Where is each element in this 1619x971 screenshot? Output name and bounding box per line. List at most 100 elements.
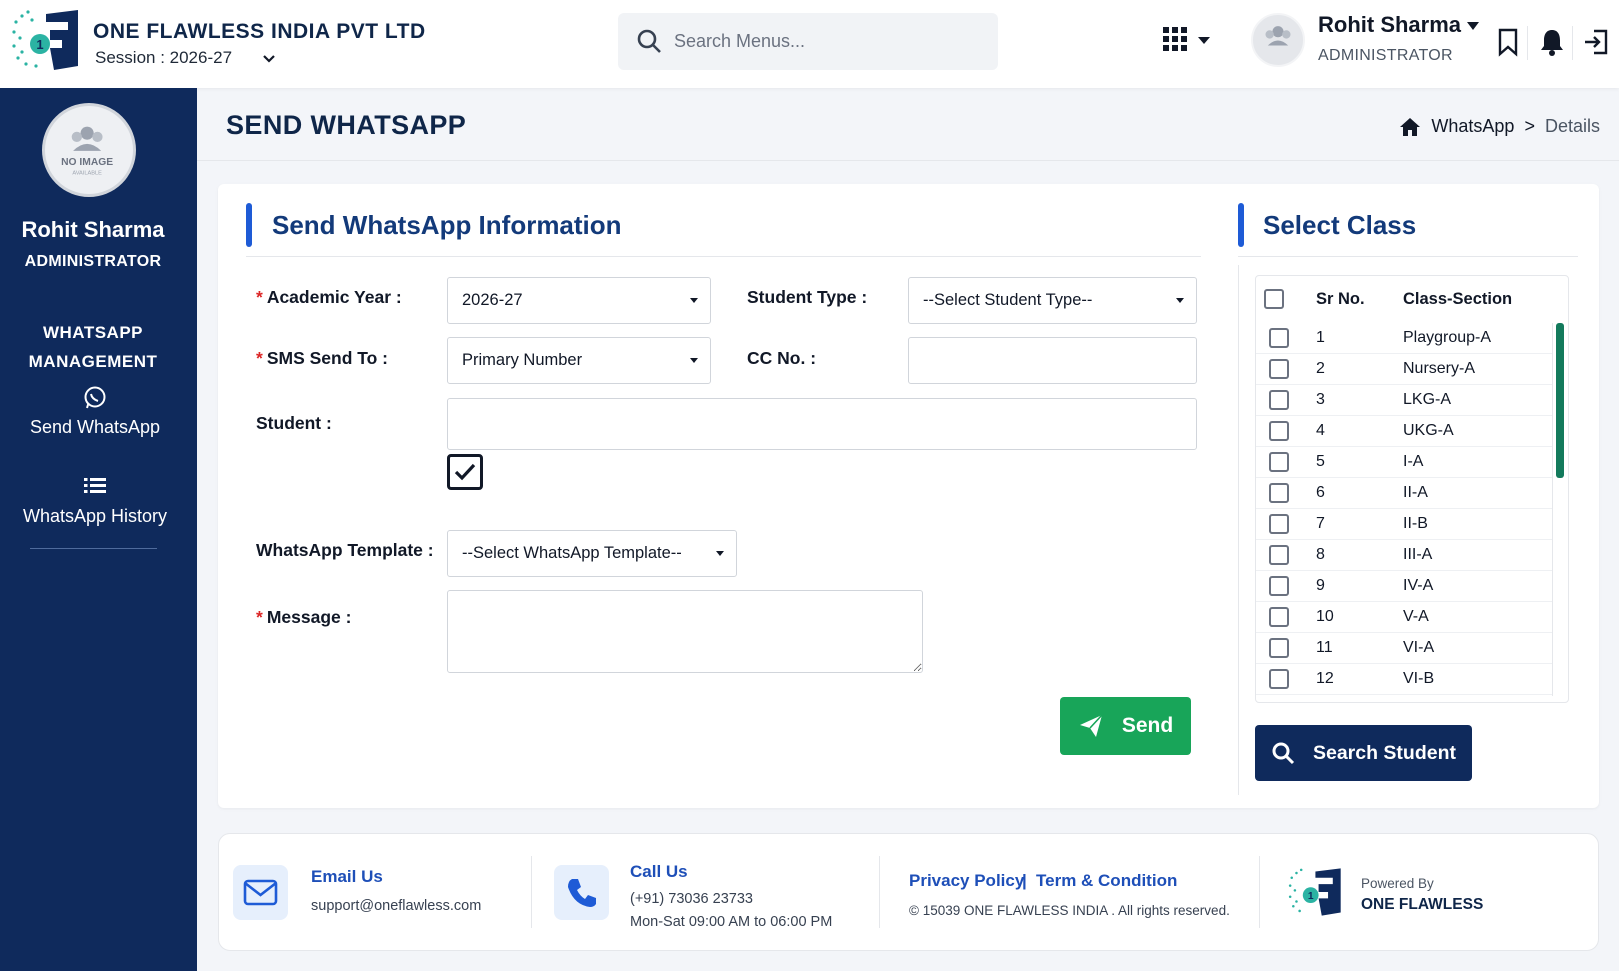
row-checkbox[interactable] (1269, 328, 1289, 348)
table-row[interactable]: 11 VI-A (1256, 633, 1552, 664)
select-value: Primary Number (462, 351, 583, 369)
table-row[interactable]: 6 II-A (1256, 478, 1552, 509)
privacy-policy-link[interactable]: Privacy Policy (909, 871, 1024, 891)
breadcrumb-parent[interactable]: WhatsApp (1431, 116, 1514, 137)
company-logo[interactable]: 1 (10, 8, 86, 72)
footer-divider (879, 856, 880, 928)
user-placeholder-icon: NO IMAGE AVAILABLE (61, 126, 113, 176)
row-checkbox[interactable] (1269, 514, 1289, 534)
row-sr: 2 (1316, 360, 1325, 377)
class-section-title: Select Class (1263, 210, 1417, 240)
row-sr: 3 (1316, 391, 1325, 408)
cc-no-label: CC No. : (747, 348, 817, 368)
student-type-label: Student Type : (747, 287, 868, 307)
office-hours: Mon-Sat 09:00 AM to 06:00 PM (630, 914, 833, 930)
scrollbar-thumb[interactable] (1556, 323, 1564, 478)
table-row[interactable]: 1 Playgroup-A (1256, 323, 1552, 354)
chevron-down-icon[interactable] (262, 52, 276, 66)
row-checkbox[interactable] (1269, 669, 1289, 689)
table-row[interactable]: 4 UKG-A (1256, 416, 1552, 447)
copyright-text: © 15039 ONE FLAWLESS INDIA . All rights … (909, 903, 1230, 918)
row-checkbox[interactable] (1269, 545, 1289, 565)
row-sr: 7 (1316, 515, 1325, 532)
student-checkbox[interactable] (447, 454, 483, 490)
table-row[interactable]: 7 II-B (1256, 509, 1552, 540)
row-checkbox[interactable] (1269, 359, 1289, 379)
footer-logo[interactable]: 1 (1287, 866, 1347, 918)
breadcrumb-separator: > (1524, 116, 1535, 136)
row-checkbox[interactable] (1269, 638, 1289, 658)
apps-grid-icon[interactable] (1160, 24, 1220, 58)
header-divider (197, 160, 1619, 161)
user-placeholder-icon (1265, 26, 1291, 46)
row-checkbox[interactable] (1269, 390, 1289, 410)
search-box[interactable] (618, 13, 998, 70)
user-name[interactable]: Rohit Sharma (1318, 12, 1461, 38)
mail-icon (243, 879, 278, 906)
row-class: III-A (1403, 546, 1433, 563)
cc-no-input[interactable] (908, 337, 1197, 384)
message-textarea[interactable] (447, 590, 923, 673)
section-divider (246, 256, 1201, 257)
section-divider (1238, 256, 1578, 257)
row-sr: 5 (1316, 453, 1325, 470)
search-input[interactable] (674, 13, 984, 70)
row-checkbox[interactable] (1269, 421, 1289, 441)
sidebar-item-whatsapp-history[interactable]: WhatsApp History (0, 474, 190, 527)
row-class: I-A (1403, 453, 1424, 470)
sidebar-item-send-whatsapp[interactable]: Send WhatsApp (0, 385, 190, 438)
avatar[interactable] (1251, 13, 1305, 67)
email-us-title: Email Us (311, 867, 383, 886)
powered-by-name: ONE FLAWLESS (1361, 896, 1484, 913)
required-mark: * (256, 607, 263, 627)
terms-link[interactable]: Term & Condition (1036, 871, 1177, 891)
caret-down-icon[interactable] (1465, 20, 1481, 32)
whatsapp-icon (84, 386, 106, 409)
phone-number[interactable]: (+91) 73036 23733 (630, 891, 753, 907)
table-row[interactable]: 10 V-A (1256, 602, 1552, 633)
powered-by-label: Powered By (1361, 876, 1434, 891)
email-address[interactable]: support@oneflawless.com (311, 898, 481, 914)
row-class: VI-B (1403, 670, 1435, 687)
section-title-line1: WHATSAPP (42, 323, 143, 342)
company-name: ONE FLAWLESS INDIA PVT LTD (93, 20, 426, 43)
row-class: Nursery-A (1403, 360, 1476, 377)
row-checkbox[interactable] (1269, 452, 1289, 472)
logout-icon[interactable] (1582, 27, 1610, 57)
table-row[interactable]: 5 I-A (1256, 447, 1552, 478)
row-sr: 4 (1316, 422, 1325, 439)
academic-year-select[interactable]: 2026-27 (447, 277, 711, 324)
table-row[interactable]: 12 VI-B (1256, 664, 1552, 695)
student-type-select[interactable]: --Select Student Type-- (908, 277, 1197, 324)
list-icon (84, 478, 106, 493)
required-mark: * (256, 348, 263, 368)
sidebar-item-label: Send WhatsApp (29, 417, 161, 437)
svg-text:1: 1 (36, 37, 43, 52)
page-title: SEND WHATSAPP (226, 110, 467, 140)
send-button[interactable]: Send (1060, 697, 1191, 755)
caret-down-icon (716, 551, 724, 556)
table-row[interactable]: 8 III-A (1256, 540, 1552, 571)
table-row[interactable]: 9 IV-A (1256, 571, 1552, 602)
bookmark-icon[interactable] (1494, 27, 1522, 57)
call-icon-box (554, 865, 609, 920)
row-sr: 8 (1316, 546, 1325, 563)
row-sr: 9 (1316, 577, 1325, 594)
table-row[interactable]: 3 LKG-A (1256, 385, 1552, 416)
bell-icon[interactable] (1538, 27, 1566, 57)
table-row[interactable]: 2 Nursery-A (1256, 354, 1552, 385)
row-checkbox[interactable] (1269, 576, 1289, 596)
select-all-checkbox[interactable] (1264, 289, 1284, 309)
column-header-sr: Sr No. (1316, 290, 1365, 308)
row-class: II-A (1403, 484, 1428, 501)
home-icon[interactable] (1399, 117, 1421, 137)
row-checkbox[interactable] (1269, 607, 1289, 627)
row-class: Playgroup-A (1403, 329, 1492, 346)
search-student-button[interactable]: Search Student (1255, 725, 1472, 781)
session-label[interactable]: Session : 2026-27 (95, 48, 232, 68)
row-checkbox[interactable] (1269, 483, 1289, 503)
sidebar-avatar[interactable]: NO IMAGE AVAILABLE (42, 103, 136, 197)
sms-send-to-select[interactable]: Primary Number (447, 337, 711, 384)
student-input[interactable] (447, 398, 1197, 450)
whatsapp-template-select[interactable]: --Select WhatsApp Template-- (447, 530, 737, 577)
